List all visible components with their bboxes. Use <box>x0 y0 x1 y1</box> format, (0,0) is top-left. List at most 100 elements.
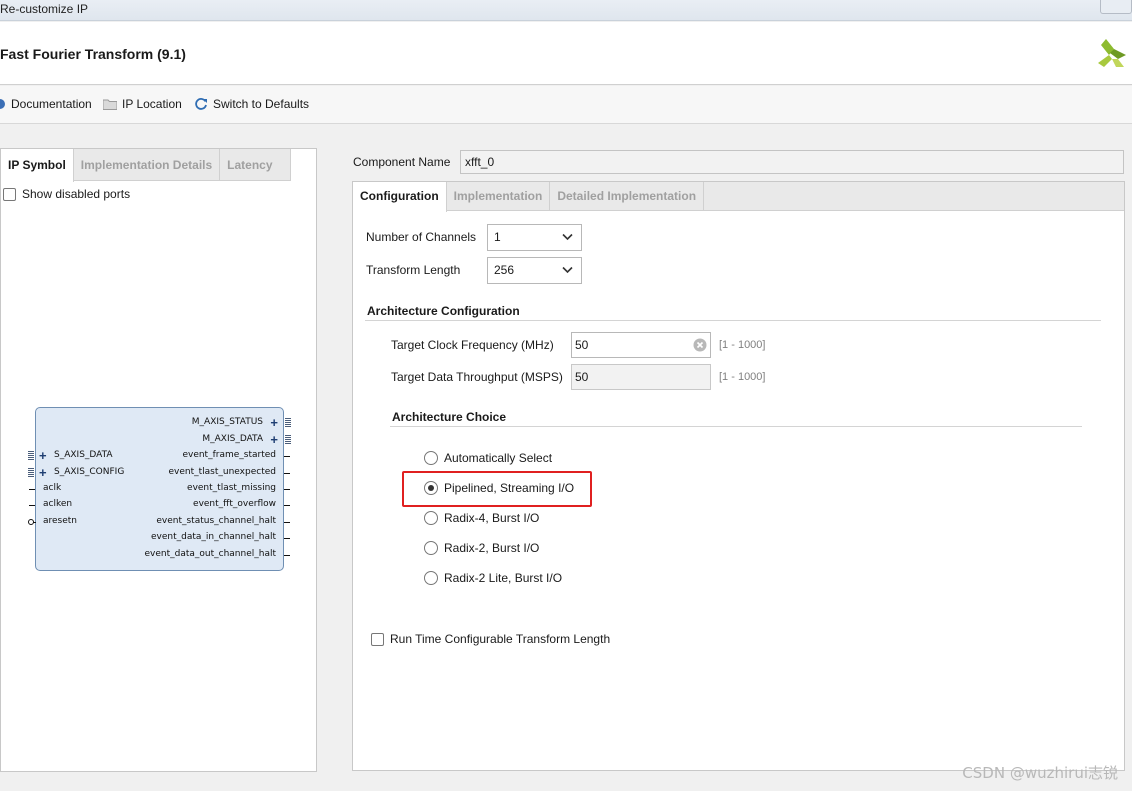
radio-radix2-burst[interactable]: Radix-2, Burst I/O <box>424 541 539 555</box>
switch-defaults-label: Switch to Defaults <box>213 97 310 111</box>
pin-line <box>29 489 35 490</box>
bus-interface-icon <box>285 418 291 427</box>
bus-interface-icon <box>28 451 34 460</box>
num-channels-select[interactable]: 1 <box>487 224 582 251</box>
ip-location-label: IP Location <box>122 97 182 111</box>
throughput-field: 50 <box>571 364 711 390</box>
expand-plus-icon[interactable]: + <box>39 466 47 479</box>
tab-detailed-implementation[interactable]: Detailed Implementation <box>550 182 705 211</box>
clock-freq-label: Target Clock Frequency (MHz) <box>391 338 554 352</box>
pin-line <box>284 522 290 523</box>
ip-title: Fast Fourier Transform (9.1) <box>0 46 186 62</box>
documentation-icon <box>0 99 5 109</box>
ip-symbol-block: M_AXIS_STATUS + M_AXIS_DATA + event_fram… <box>28 407 291 571</box>
documentation-label: Documentation <box>11 97 92 111</box>
clock-freq-value: 50 <box>575 338 589 352</box>
runtime-length-row[interactable]: Run Time Configurable Transform Length <box>371 632 610 646</box>
pin-line <box>284 489 290 490</box>
radio-button[interactable] <box>424 451 438 465</box>
toolbar: Documentation IP Location Switch to Defa… <box>0 86 1132 124</box>
port-event-tlast-unexpected: event_tlast_unexpected <box>168 467 277 477</box>
arch-config-title: Architecture Configuration <box>367 304 520 318</box>
transform-length-value: 256 <box>494 263 515 277</box>
radio-radix2-lite-burst[interactable]: Radix-2 Lite, Burst I/O <box>424 571 562 585</box>
radio-automatically-select[interactable]: Automatically Select <box>424 451 552 465</box>
port-event-tlast-missing: event_tlast_missing <box>187 483 276 493</box>
port-aclken: aclken <box>43 499 73 509</box>
ip-header: Fast Fourier Transform (9.1) <box>0 22 1132 85</box>
radio-label: Radix-2, Burst I/O <box>444 541 540 555</box>
window-title: Re-customize IP <box>0 2 89 16</box>
port-s-axis-data: S_AXIS_DATA <box>54 450 113 460</box>
show-disabled-ports-label: Show disabled ports <box>22 187 131 201</box>
radio-radix4-burst[interactable]: Radix-4, Burst I/O <box>424 511 539 525</box>
watermark: CSDN @wuzhirui志锐 <box>962 764 1118 782</box>
radio-button[interactable] <box>424 571 438 585</box>
section-divider <box>390 426 1082 427</box>
expand-plus-icon[interactable]: + <box>39 449 47 462</box>
bus-interface-icon <box>285 435 291 444</box>
port-m-axis-status: M_AXIS_STATUS <box>191 417 263 427</box>
arch-choice-title: Architecture Choice <box>392 410 507 424</box>
port-event-fft-overflow: event_fft_overflow <box>193 499 276 509</box>
close-button[interactable] <box>1100 0 1132 14</box>
radio-button[interactable] <box>424 511 438 525</box>
xilinx-logo-icon <box>1098 39 1126 67</box>
component-name-label: Component Name <box>353 155 451 169</box>
bus-interface-icon <box>28 468 34 477</box>
pin-line <box>284 538 290 539</box>
port-s-axis-config: S_AXIS_CONFIG <box>54 467 125 477</box>
pin-line <box>284 473 290 474</box>
refresh-icon <box>195 98 207 110</box>
ip-location-button[interactable]: IP Location <box>103 97 182 111</box>
port-aresetn: aresetn <box>43 516 78 526</box>
num-channels-value: 1 <box>494 230 501 244</box>
throughput-label: Target Data Throughput (MSPS) <box>391 370 563 384</box>
tab-implementation-details[interactable]: Implementation Details <box>74 149 221 181</box>
switch-defaults-button[interactable]: Switch to Defaults <box>194 97 309 111</box>
runtime-length-label: Run Time Configurable Transform Length <box>390 632 611 646</box>
port-event-data-out-channel-halt: event_data_out_channel_halt <box>144 549 276 559</box>
port-event-data-in-channel-halt: event_data_in_channel_halt <box>151 532 276 542</box>
tab-implementation[interactable]: Implementation <box>447 182 551 211</box>
chevron-down-icon <box>562 266 573 274</box>
throughput-range: [1 - 1000] <box>719 371 766 383</box>
pin-line <box>284 555 290 556</box>
radio-label: Automatically Select <box>444 451 553 465</box>
radio-label: Radix-2 Lite, Burst I/O <box>444 571 563 585</box>
inverted-pin-icon <box>28 519 34 525</box>
documentation-button[interactable]: Documentation <box>0 97 92 111</box>
annotation-highlight-box <box>402 471 592 507</box>
tab-latency[interactable]: Latency <box>220 149 292 181</box>
folder-icon <box>103 99 117 110</box>
expand-plus-icon[interactable]: + <box>270 433 278 446</box>
left-tabs: IP Symbol Implementation Details Latency <box>1 149 292 182</box>
tab-configuration[interactable]: Configuration <box>353 182 447 212</box>
port-event-status-channel-halt: event_status_channel_halt <box>156 516 276 526</box>
port-m-axis-data: M_AXIS_DATA <box>202 434 263 444</box>
component-name-input[interactable]: xfft_0 <box>460 150 1124 174</box>
window-titlebar: Re-customize IP <box>0 0 1132 21</box>
config-tabs: Configuration Implementation Detailed Im… <box>353 182 1124 212</box>
pin-line <box>284 456 290 457</box>
radio-label: Radix-4, Burst I/O <box>444 511 540 525</box>
pin-line <box>29 505 35 506</box>
num-channels-label: Number of Channels <box>366 230 477 244</box>
radio-button[interactable] <box>424 541 438 555</box>
transform-length-select[interactable]: 256 <box>487 257 582 284</box>
port-aclk: aclk <box>43 483 62 493</box>
pin-line <box>284 505 290 506</box>
tab-ip-symbol[interactable]: IP Symbol <box>1 149 74 182</box>
clock-freq-input[interactable]: 50 <box>571 332 711 358</box>
show-disabled-ports-checkbox[interactable] <box>3 187 16 201</box>
left-panel: IP Symbol Implementation Details Latency… <box>0 148 317 772</box>
transform-length-label: Transform Length <box>366 263 461 277</box>
chevron-down-icon <box>562 233 573 241</box>
show-disabled-ports-row[interactable]: Show disabled ports <box>3 187 130 201</box>
section-divider <box>365 320 1101 321</box>
clock-freq-range: [1 - 1000] <box>719 339 766 351</box>
expand-plus-icon[interactable]: + <box>270 416 278 429</box>
runtime-length-checkbox[interactable] <box>371 632 384 646</box>
clear-icon[interactable] <box>693 338 707 352</box>
port-event-frame-started: event_frame_started <box>182 450 276 460</box>
